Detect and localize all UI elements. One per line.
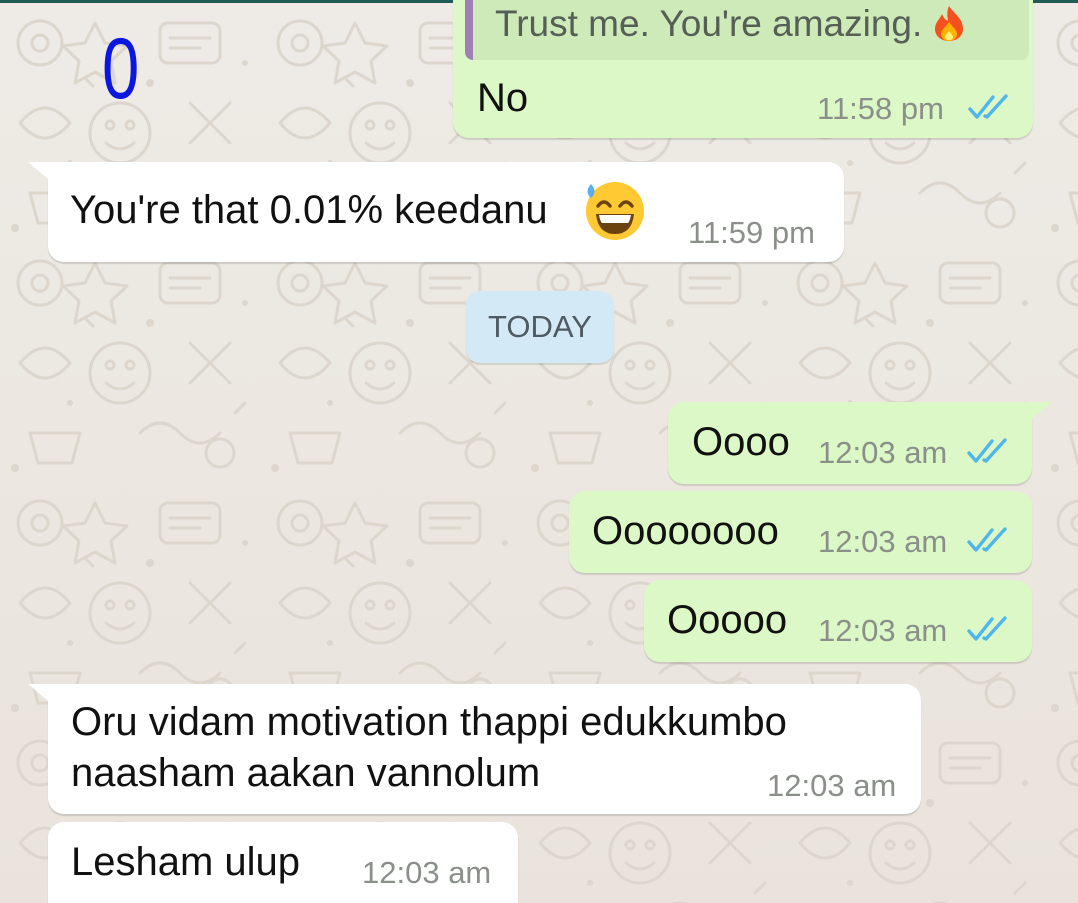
fire-emoji-icon [935,6,964,41]
message-bubble-incoming[interactable]: Lesham ulup 12:03 am [48,822,518,903]
message-time: 12:03 am [818,524,948,559]
grinning-face-with-sweat-emoji-icon [586,182,644,240]
message-bubble-outgoing[interactable]: Trust me. You're amazing. No 11:58 pm [453,0,1033,138]
message-text: No [477,76,529,120]
quoted-message-text: Trust me. You're amazing. [495,2,966,46]
double-check-read-icon [967,616,1007,641]
message-bubble-outgoing[interactable]: Oooooooo 12:03 am [569,491,1032,573]
message-text: Ooooo [667,598,788,642]
message-text-line: Oru vidam motivation thappi edukkumbo [71,700,787,744]
bubble-tail [28,684,54,706]
double-check-read-icon [967,438,1007,463]
date-separator: TODAY [466,291,614,363]
message-bubble-outgoing[interactable]: Oooo 12:03 am [668,402,1052,484]
message-time: 11:59 pm [688,215,815,250]
message-bubble-outgoing[interactable]: Ooooo 12:03 am [644,580,1032,662]
quoted-message[interactable]: Trust me. You're amazing. [465,0,1029,60]
bubble-tail [1026,402,1052,424]
message-time: 12:03 am [818,435,948,470]
message-time: 11:58 pm [817,91,944,126]
double-check-read-icon [968,94,1008,119]
message-text: You're that 0.01% keedanu [70,188,548,232]
message-text: Oooooooo [592,509,779,553]
double-check-read-icon [967,527,1007,552]
message-time: 12:03 am [767,768,897,803]
message-text-line: naasham aakan vannolum [71,751,541,795]
message-text: Lesham ulup [71,840,301,884]
bubble-tail [28,162,54,184]
message-bubble-incoming[interactable]: You're that 0.01% keedanu 11:59 pm [28,162,844,262]
message-bubble-incoming[interactable]: Oru vidam motivation thappi edukkumbo na… [28,684,921,814]
message-time: 12:03 am [818,613,948,648]
handwritten-annotation: 0 [102,21,140,117]
message-text: Oooo [692,420,790,464]
message-time: 12:03 am [362,855,492,890]
